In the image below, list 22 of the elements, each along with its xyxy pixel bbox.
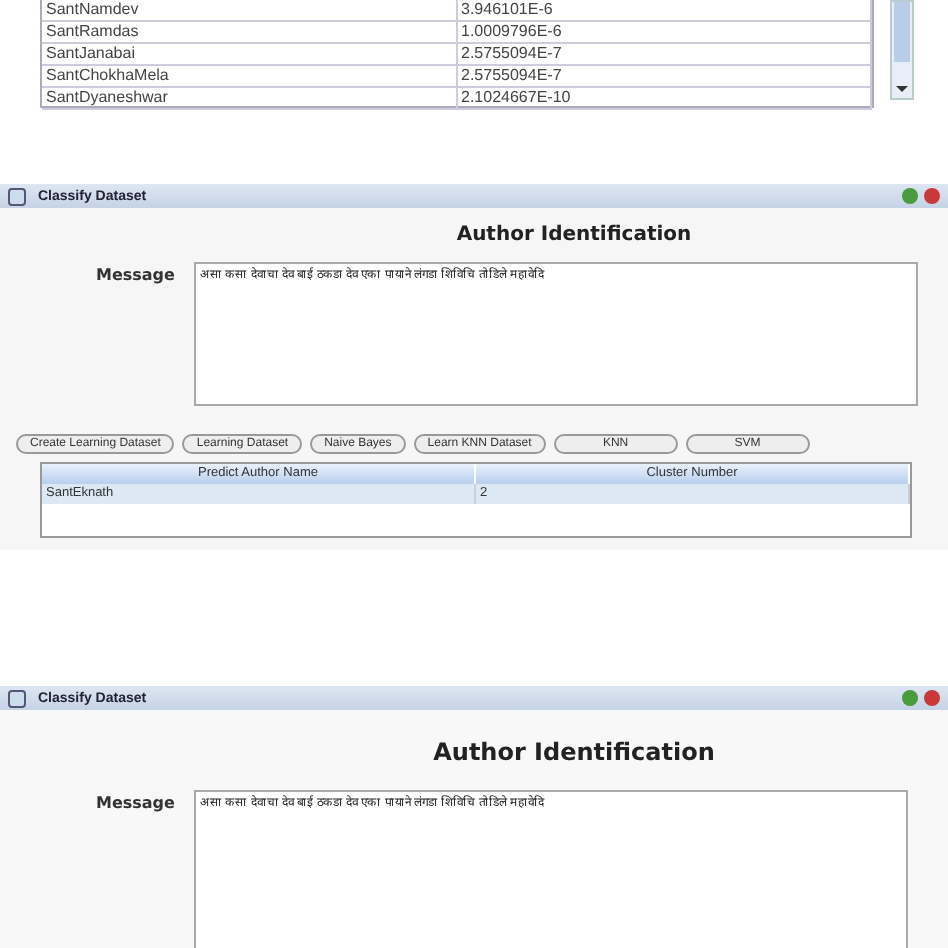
message-label: Message [94,264,177,284]
window-icon [8,689,26,707]
scroll-thumb[interactable] [894,2,910,62]
window-icon [8,187,26,205]
heading: Author Identification [454,224,694,246]
table-cell: SantJanabai [42,44,457,64]
heading: Author Identification [431,738,717,766]
table-cell: 2.5755094E-7 [457,66,872,86]
table-cell: SantChokhaMela [42,66,457,86]
maximize-button[interactable] [902,188,918,204]
close-button[interactable] [924,188,940,204]
down-arrow-icon[interactable] [896,86,908,92]
close-button[interactable] [924,690,940,706]
table-cell: SantNamdev [42,0,457,20]
maximize-button[interactable] [902,690,918,706]
table-cell: SantRamdas [42,22,457,42]
table-cell: SantDyaneshwar [42,88,457,108]
table-cell: 3.946101E-6 [457,0,872,20]
table-cell: 2.1024667E-10 [457,88,872,108]
message-label: Message [94,792,177,812]
table-cell: 2.5755094E-7 [457,44,872,64]
table-cell: 1.0009796E-6 [457,22,872,42]
